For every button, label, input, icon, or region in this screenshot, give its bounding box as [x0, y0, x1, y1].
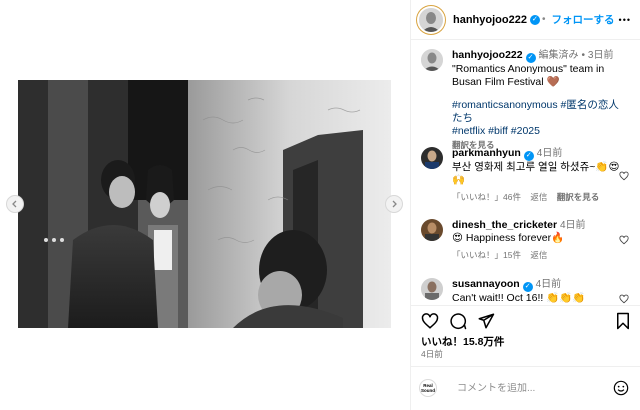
share-icon[interactable]: [477, 312, 495, 330]
comment-username[interactable]: susannayoon: [452, 278, 520, 290]
comment-likes[interactable]: 「いいね！」15件: [452, 250, 521, 260]
verified-icon: ✓: [523, 151, 534, 161]
heart-icon[interactable]: [619, 171, 629, 181]
next-arrow-icon[interactable]: [385, 195, 403, 213]
comment-text: 부산 영화제 최고루 열일 하셨쥬~👏😍🙌: [452, 161, 620, 186]
heart-icon[interactable]: [619, 235, 629, 245]
header-separator: •: [541, 14, 546, 25]
media-area: [0, 0, 410, 410]
post-header: hanhyojoo222 ✓ • フォローする •••: [411, 0, 640, 40]
post-panel: hanhyojoo222 ✓ • フォローする ••• hanhyojoo222…: [410, 0, 640, 410]
caption-edited: 編集済み: [538, 50, 579, 61]
comment-avatar[interactable]: [421, 147, 443, 169]
comment-username[interactable]: parkmanhyun: [452, 147, 521, 159]
verified-icon: ✓: [525, 53, 536, 63]
viewer-avatar[interactable]: Real Sound: [419, 379, 437, 397]
more-icon[interactable]: •••: [619, 15, 631, 25]
post-date[interactable]: 4日前: [421, 348, 443, 360]
comment-likes[interactable]: 「いいね！」46件: [452, 192, 521, 202]
comment-item: parkmanhyun ✓ 4日前 부산 영화제 최고루 열일 하셨쥬~👏😍🙌 「…: [421, 147, 622, 204]
likes-count[interactable]: いいね！15.8万件: [421, 334, 504, 349]
comment-translate-link[interactable]: 翻訳を見る: [557, 192, 600, 202]
comment-time[interactable]: 4日前: [537, 148, 563, 159]
emoji-icon[interactable]: [613, 380, 629, 396]
section-divider: [411, 305, 640, 306]
comment-time[interactable]: 4日前: [560, 220, 586, 231]
caption: hanhyojoo222 ✓ 編集済み • 3日前 "Romantics Anon…: [421, 49, 622, 152]
comment-time[interactable]: 4日前: [536, 279, 562, 290]
comment-avatar[interactable]: [421, 278, 443, 300]
caption-username[interactable]: hanhyojoo222: [452, 49, 523, 61]
bookmark-icon[interactable]: [614, 312, 632, 330]
comment-text: 😍 Happiness forever🔥: [452, 232, 565, 244]
comment-avatar[interactable]: [421, 219, 443, 241]
caption-separator: •: [581, 50, 585, 61]
author-avatar[interactable]: [419, 7, 443, 32]
comment-icon[interactable]: [449, 312, 467, 330]
comment-text: Can't wait!! Oct 16!! 👏👏👏: [452, 292, 586, 304]
prev-arrow-icon[interactable]: [6, 195, 24, 213]
heart-icon[interactable]: [421, 312, 439, 330]
action-bar: [419, 312, 634, 332]
comment-item: susannayoon ✓ 4日前 Can't wait!! Oct 16!! 👏…: [421, 278, 622, 305]
verified-icon: ✓: [522, 282, 533, 292]
verified-icon: ✓: [529, 14, 540, 25]
post-photo-image: [18, 80, 391, 328]
comments-list: hanhyojoo222 ✓ 編集済み • 3日前 "Romantics Anon…: [411, 41, 640, 306]
heart-icon[interactable]: [619, 294, 629, 304]
comment-composer: Real Sound: [411, 366, 640, 410]
author-username[interactable]: hanhyojoo222: [453, 14, 527, 26]
viewer-avatar-label-2: Sound: [421, 388, 435, 393]
comment-username[interactable]: dinesh_the_cricketer: [452, 219, 557, 231]
comment-item: dinesh_the_cricketer 4日前 😍 Happiness for…: [421, 219, 622, 262]
caption-hashtags-2[interactable]: #netflix #biff #2025: [452, 125, 622, 138]
post-photo[interactable]: [18, 80, 391, 328]
comment-reply[interactable]: 返信: [530, 192, 547, 202]
caption-time[interactable]: 3日前: [588, 50, 614, 61]
comment-input[interactable]: [457, 382, 607, 394]
caption-avatar[interactable]: [421, 49, 443, 71]
caption-text: "Romantics Anonymous" team in Busan Film…: [452, 63, 605, 88]
follow-button[interactable]: フォローする: [551, 12, 614, 27]
caption-hashtags-1[interactable]: #romanticsanonymous #匿名の恋人たち: [452, 99, 622, 125]
comment-reply[interactable]: 返信: [530, 250, 547, 260]
